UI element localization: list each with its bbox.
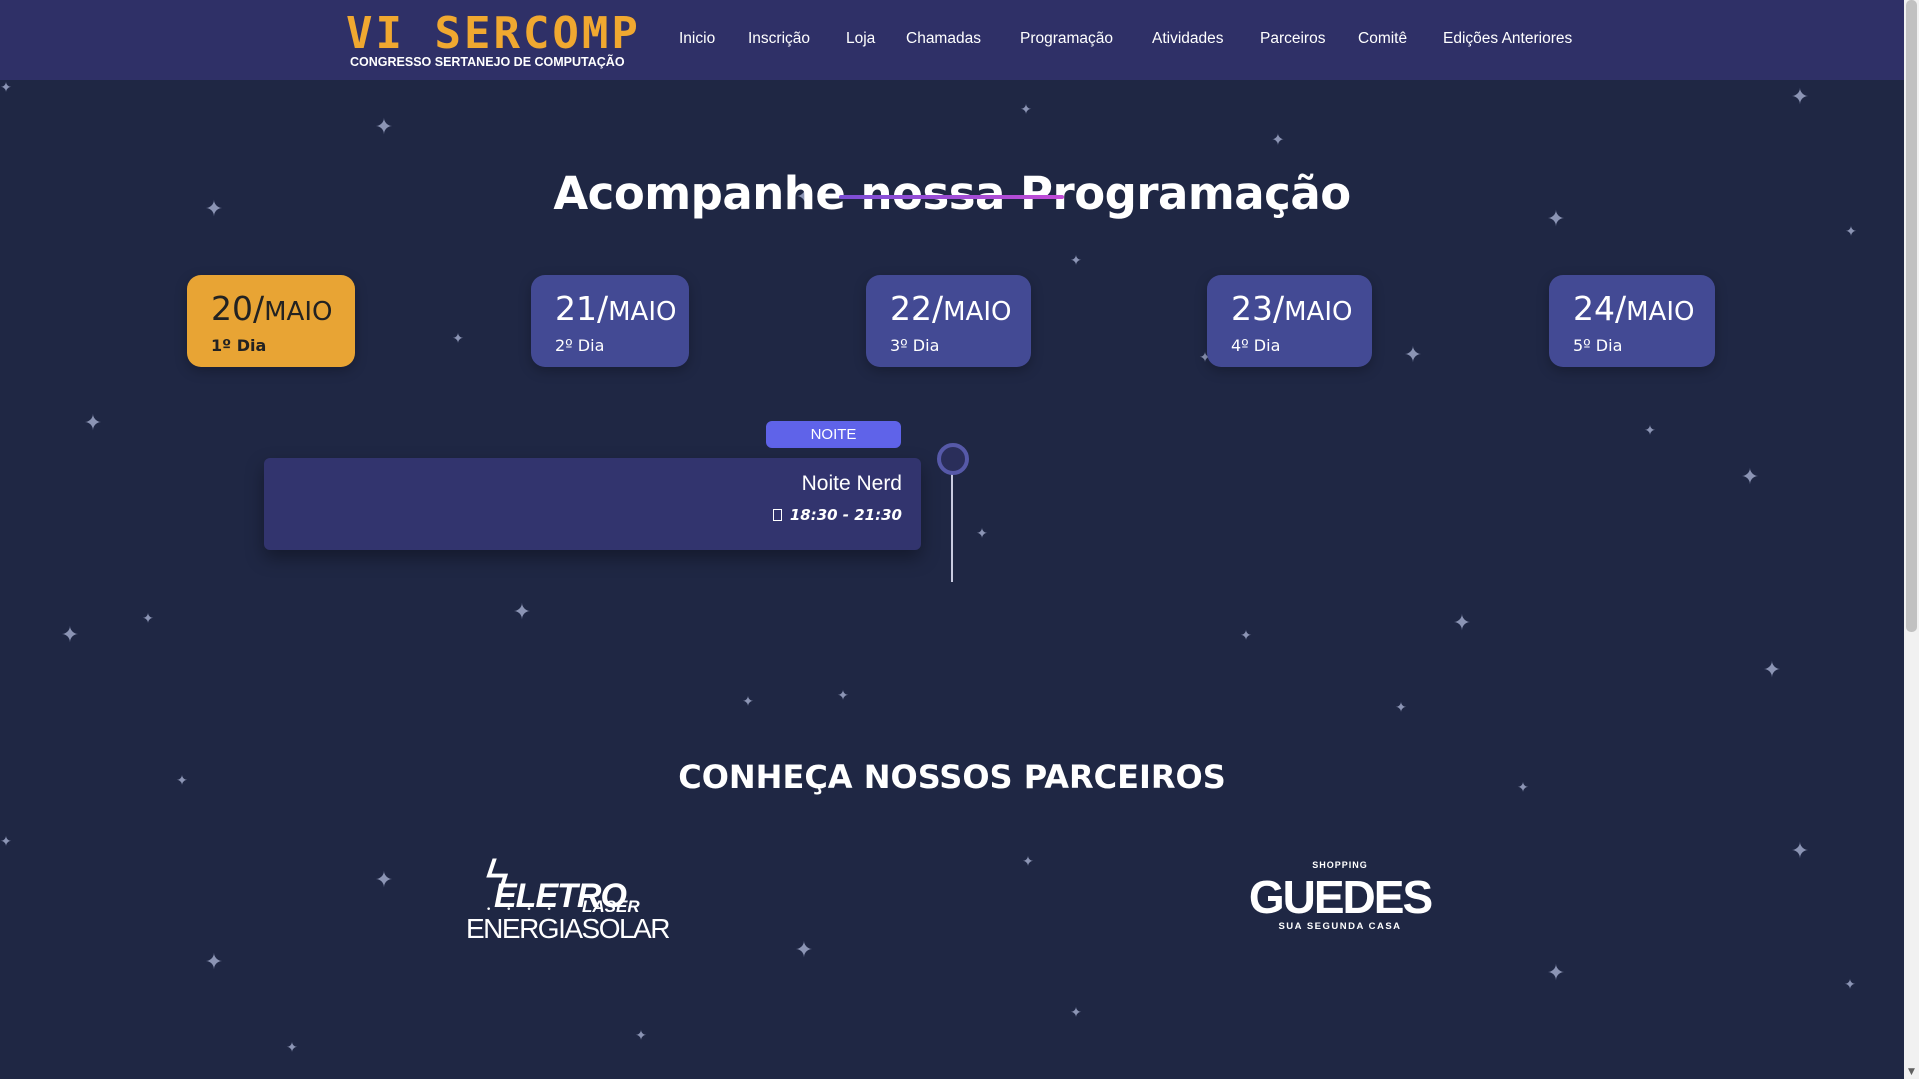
schedule-title: Acompanhe nossa Programação	[553, 167, 1351, 221]
partners-title: CONHEÇA NOSSOS PARCEIROS	[678, 757, 1226, 796]
star-icon: ✦	[1790, 85, 1810, 110]
nav-link-parceiros[interactable]: Parceiros	[1260, 30, 1325, 48]
main-nav: Inicio Inscrição Loja Chamadas Programaç…	[0, 30, 1904, 50]
event-title: Noite Nerd	[801, 472, 902, 495]
period-badge: NOITE	[766, 421, 901, 448]
page-scrollbar[interactable]: ▼	[1904, 0, 1919, 1079]
day-label: 3º Dia	[890, 336, 940, 355]
partner-logo-guedes[interactable]: SHOPPING GUEDES SUA SEGUNDA CASA	[1240, 858, 1440, 938]
star-icon: ✦	[1790, 839, 1810, 864]
star-icon: ✦	[976, 526, 988, 542]
star-icon: ✦	[452, 331, 464, 347]
day-date: 21/MAIO	[555, 289, 677, 328]
star-icon: ✦	[1070, 1005, 1082, 1021]
scrollbar-thumb[interactable]	[1906, 0, 1917, 632]
star-icon: ✦	[1070, 253, 1082, 269]
event-card[interactable]: Noite Nerd 18:30 - 21:30	[264, 458, 921, 550]
star-icon: ✦	[142, 611, 154, 627]
navbar: VI SERCOMP CONGRESSO SERTANEJO DE COMPUT…	[0, 0, 1904, 80]
star-icon: ✦	[1271, 130, 1285, 149]
event-time-text: 18:30 - 21:30	[789, 506, 902, 524]
day-tab-5[interactable]: 24/MAIO 5º Dia	[1549, 275, 1715, 367]
logo-subtitle: CONGRESSO SERTANEJO DE COMPUTAÇÃO	[350, 55, 625, 69]
star-icon: ✦	[1452, 611, 1472, 636]
star-icon: ✦	[1844, 977, 1856, 993]
nav-link-loja[interactable]: Loja	[846, 30, 875, 48]
day-date: 23/MAIO	[1231, 289, 1353, 328]
nav-link-edicoes-anteriores[interactable]: Edições Anteriores	[1443, 30, 1572, 48]
day-label: 2º Dia	[555, 336, 605, 355]
day-label: 4º Dia	[1231, 336, 1281, 355]
guedes-logo-top: SHOPPING	[1312, 860, 1368, 870]
timeline-marker	[937, 443, 969, 475]
star-icon: ✦	[794, 938, 814, 963]
star-icon: ✦	[60, 623, 80, 648]
star-icon: ✦	[512, 600, 532, 625]
star-icon: ✦	[204, 950, 224, 975]
star-icon: ✦	[0, 834, 12, 850]
partner-logo-eletro-laser[interactable]: ϟ ELETRO • • • • LASER ENERGIASOLAR	[466, 851, 670, 944]
nav-link-chamadas[interactable]: Chamadas	[906, 30, 981, 48]
star-icon: ✦	[1022, 854, 1034, 870]
title-underline	[839, 195, 1064, 199]
star-icon: ✦	[1762, 658, 1782, 683]
day-tab-1[interactable]: 20/MAIO 1º Dia	[187, 275, 355, 367]
star-icon: ✦	[1240, 628, 1252, 644]
day-tab-4[interactable]: 23/MAIO 4º Dia	[1207, 275, 1372, 367]
day-date: 22/MAIO	[890, 289, 1012, 328]
eletro-logo-tagline: ENERGIASOLAR	[466, 913, 670, 944]
star-icon: ✦	[374, 868, 394, 893]
star-icon: ✦	[1403, 343, 1423, 368]
star-icon: ✦	[1546, 961, 1566, 986]
star-icon: ✦	[1020, 102, 1032, 118]
star-icon: ✦	[83, 411, 103, 436]
day-label: 5º Dia	[1573, 336, 1623, 355]
clock-icon	[772, 509, 782, 521]
star-icon: ✦	[1644, 423, 1656, 439]
star-icon: ✦	[1740, 465, 1760, 490]
nav-link-atividades[interactable]: Atividades	[1152, 30, 1224, 48]
guedes-logo-name: GUEDES	[1248, 871, 1433, 923]
nav-link-inscricao[interactable]: Inscrição	[748, 30, 810, 48]
day-label: 1º Dia	[211, 336, 267, 355]
day-date: 20/MAIO	[211, 289, 333, 328]
nav-link-inicio[interactable]: Inicio	[679, 30, 715, 48]
timeline-line	[951, 471, 953, 582]
nav-link-programacao[interactable]: Programação	[1020, 30, 1113, 48]
star-icon: ✦	[1845, 224, 1857, 240]
star-icon: ✦	[286, 1040, 298, 1056]
day-date: 24/MAIO	[1573, 289, 1695, 328]
star-icon: ✦	[742, 694, 754, 710]
star-icon: ✦	[0, 80, 12, 96]
event-time: 18:30 - 21:30	[772, 506, 902, 524]
star-icon: ✦	[837, 688, 849, 704]
nav-link-comite[interactable]: Comitê	[1358, 30, 1407, 48]
star-icon: ✦	[374, 115, 394, 140]
day-tab-2[interactable]: 21/MAIO 2º Dia	[531, 275, 689, 367]
guedes-logo-tagline: SUA SEGUNDA CASA	[1278, 921, 1402, 932]
day-tab-3[interactable]: 22/MAIO 3º Dia	[866, 275, 1031, 367]
star-icon: ✦	[1395, 700, 1407, 716]
star-icon: ✦	[635, 1028, 647, 1044]
scroll-down-arrow-icon[interactable]: ▼	[1904, 1065, 1919, 1079]
